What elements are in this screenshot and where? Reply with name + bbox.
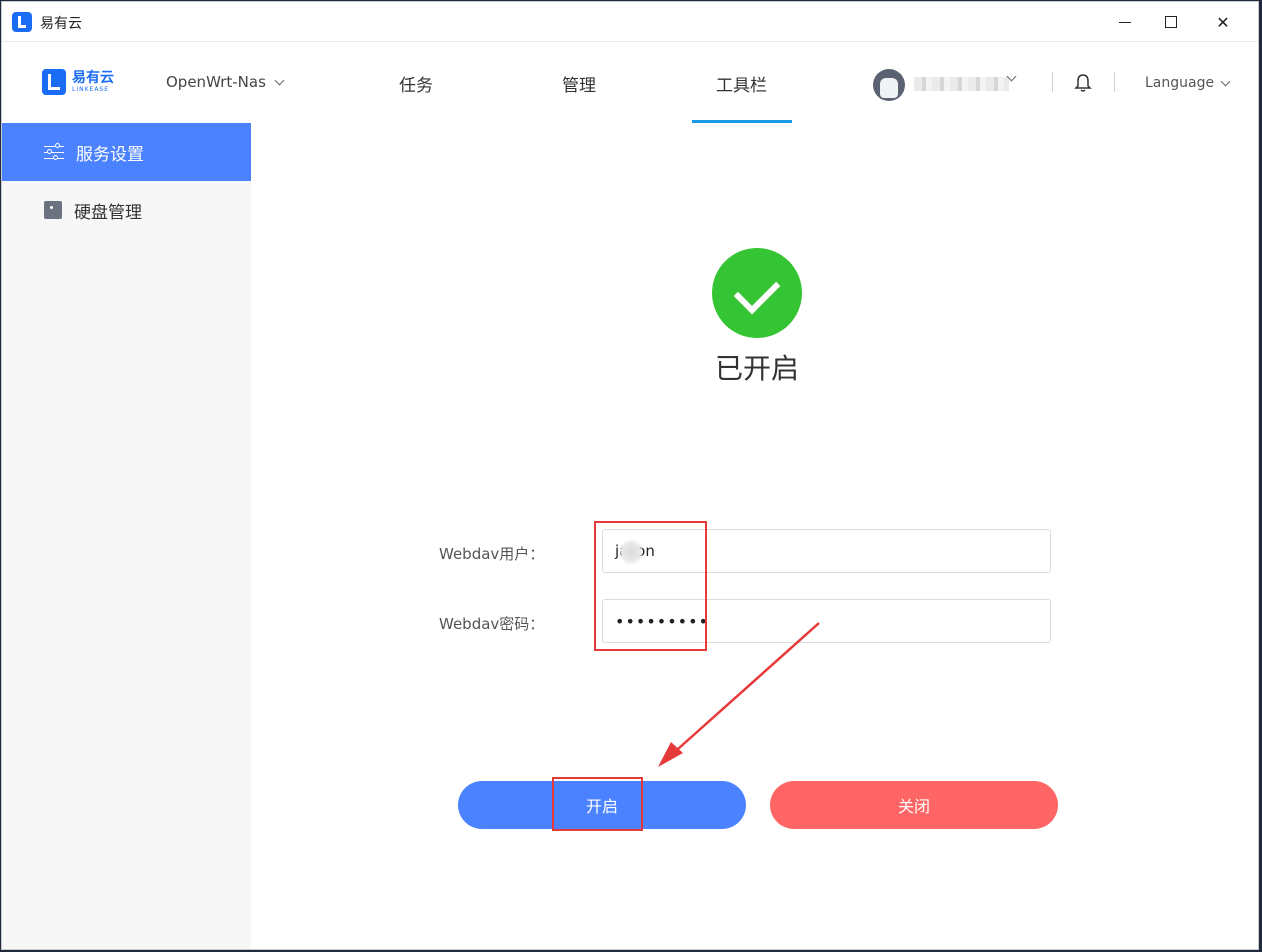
- divider: [1052, 72, 1053, 92]
- webdav-user-label: Webdav用户：: [439, 545, 545, 563]
- language-selector[interactable]: Language: [1145, 75, 1231, 91]
- sidebar-item-label: 硬盘管理: [74, 202, 142, 223]
- annotation-box-inputs: [594, 521, 707, 651]
- tab-manage[interactable]: 管理: [562, 71, 596, 96]
- logo-name: 易有云: [72, 70, 114, 86]
- tab-toolbar[interactable]: 工具栏: [716, 71, 767, 96]
- sidebar-item-service-settings[interactable]: 服务设置: [2, 123, 251, 181]
- tab-task[interactable]: 任务: [399, 71, 433, 96]
- logo-mark-icon: [42, 69, 66, 95]
- device-selector[interactable]: OpenWrt-Nas: [166, 73, 285, 91]
- top-header: 易有云 LINKEASE OpenWrt-Nas 任务 管理 工具栏 Langu…: [2, 43, 1258, 123]
- divider: [1114, 72, 1115, 92]
- status-text: 已开启: [714, 352, 799, 385]
- annotation-box-button: [552, 777, 643, 831]
- close-button[interactable]: 关闭: [770, 781, 1058, 829]
- maximize-button[interactable]: [1148, 2, 1194, 42]
- check-circle-icon: [712, 248, 802, 338]
- language-label: Language: [1145, 75, 1215, 91]
- username-redacted[interactable]: [914, 77, 1009, 91]
- maximize-icon: [1165, 16, 1177, 28]
- sidebar: 服务设置 硬盘管理: [2, 123, 251, 949]
- webdav-password-label: Webdav密码：: [439, 615, 545, 633]
- logo[interactable]: 易有云 LINKEASE: [42, 69, 114, 95]
- app-icon: [12, 12, 32, 32]
- avatar[interactable]: [873, 69, 905, 101]
- window-title: 易有云: [40, 16, 82, 32]
- disk-icon: [44, 201, 62, 219]
- logo-subtitle: LINKEASE: [72, 86, 110, 93]
- bell-icon[interactable]: [1074, 73, 1092, 93]
- main-content: 已开启 Webdav用户： jason Webdav密码： ••••••••• …: [251, 123, 1258, 949]
- sidebar-item-label: 服务设置: [76, 144, 144, 165]
- sidebar-item-disk-management[interactable]: 硬盘管理: [2, 181, 251, 239]
- chevron-down-icon: [1220, 76, 1231, 86]
- minimize-icon: [1119, 21, 1131, 23]
- sliders-icon: [44, 142, 64, 162]
- chevron-down-icon: [274, 75, 285, 85]
- close-icon: ✕: [1216, 12, 1230, 32]
- device-name: OpenWrt-Nas: [166, 73, 266, 91]
- title-bar: 易有云 ✕: [2, 2, 1258, 42]
- close-window-button[interactable]: ✕: [1200, 2, 1246, 42]
- minimize-button[interactable]: [1102, 2, 1148, 42]
- app-window: 易有云 ✕ 易有云 LINKEASE OpenWrt-Nas 任务 管理 工具栏: [1, 1, 1259, 950]
